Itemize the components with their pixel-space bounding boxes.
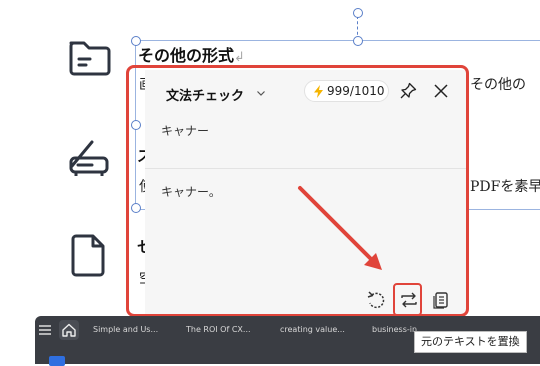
heading-text: その他の形式	[138, 46, 235, 65]
taskbar-tab[interactable]: creating value...	[280, 325, 345, 334]
section-heading[interactable]: その他の形式↲	[138, 42, 245, 66]
replace-tooltip: 元のテキストを置換	[414, 331, 527, 353]
resize-handle-top[interactable]	[353, 36, 363, 46]
taskbar-tab[interactable]: Simple and Us...	[93, 325, 158, 334]
paragraph-fragment: PDFを素早	[470, 179, 540, 195]
home-button[interactable]	[59, 320, 79, 340]
paragraph-mark: ↲	[234, 50, 245, 65]
folder-icon[interactable]	[66, 34, 112, 80]
menu-icon[interactable]	[38, 323, 52, 337]
home-icon	[62, 323, 76, 337]
rotate-handle[interactable]	[353, 8, 363, 18]
app-icon[interactable]	[49, 356, 65, 366]
scanner-icon[interactable]	[66, 136, 112, 182]
file-icon[interactable]	[66, 232, 112, 278]
paragraph-fragment: その他の	[470, 77, 526, 93]
replace-button-highlight	[393, 283, 422, 316]
red-arrow-annotation	[298, 186, 382, 270]
taskbar-tab[interactable]: The ROI Of CX...	[186, 325, 251, 334]
